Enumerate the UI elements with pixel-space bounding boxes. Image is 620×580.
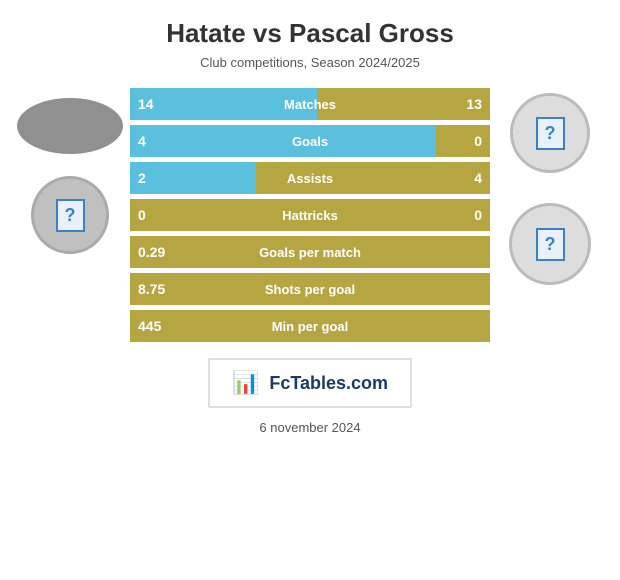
bar-label-1: Goals bbox=[292, 134, 328, 149]
bar-right-val-1: 0 bbox=[474, 133, 482, 149]
bars-section: 14 Matches 13 4 Goals 0 2 Assists 4 bbox=[130, 88, 490, 342]
bar-label-4: Goals per match bbox=[259, 245, 361, 260]
main-content: ? 14 Matches 13 4 Goals 0 bbox=[10, 88, 610, 342]
bar-bg-3: 0 Hattricks 0 bbox=[130, 199, 490, 231]
bar-left-val-0: 14 bbox=[138, 96, 154, 112]
bar-label-3: Hattricks bbox=[282, 208, 338, 223]
right-avatar-bottom-icon: ? bbox=[536, 228, 565, 261]
left-avatar-oval bbox=[17, 98, 123, 154]
page-subtitle: Club competitions, Season 2024/2025 bbox=[200, 55, 420, 70]
bar-right-val-0: 13 bbox=[466, 96, 482, 112]
stat-row-6: 445 Min per goal bbox=[130, 310, 490, 342]
watermark: 📊 FcTables.com bbox=[208, 358, 412, 408]
right-avatar-top: ? bbox=[510, 93, 590, 173]
bar-fill-left-2 bbox=[130, 162, 256, 194]
watermark-text: FcTables.com bbox=[269, 373, 388, 394]
date-label: 6 november 2024 bbox=[259, 420, 360, 435]
bar-bg-5: 8.75 Shots per goal bbox=[130, 273, 490, 305]
bar-bg-2: 2 Assists 4 bbox=[130, 162, 490, 194]
bar-left-val-3: 0 bbox=[138, 207, 146, 223]
bar-bg-4: 0.29 Goals per match bbox=[130, 236, 490, 268]
bar-right-val-3: 0 bbox=[474, 207, 482, 223]
bar-left-val-1: 4 bbox=[138, 133, 146, 149]
page-title: Hatate vs Pascal Gross bbox=[166, 18, 454, 49]
stat-row-0: 14 Matches 13 bbox=[130, 88, 490, 120]
stat-row-1: 4 Goals 0 bbox=[130, 125, 490, 157]
bar-label-5: Shots per goal bbox=[265, 282, 355, 297]
bar-label-0: Matches bbox=[284, 97, 336, 112]
right-avatars: ? ? bbox=[490, 88, 610, 285]
bar-left-val-4: 0.29 bbox=[138, 244, 165, 260]
left-avatar-circle: ? bbox=[31, 176, 109, 254]
bar-bg-0: 14 Matches 13 bbox=[130, 88, 490, 120]
stat-row-3: 0 Hattricks 0 bbox=[130, 199, 490, 231]
bar-left-val-5: 8.75 bbox=[138, 281, 165, 297]
bar-right-val-2: 4 bbox=[474, 170, 482, 186]
right-avatar-top-icon: ? bbox=[536, 117, 565, 150]
left-avatars: ? bbox=[10, 88, 130, 254]
bar-label-6: Min per goal bbox=[272, 319, 349, 334]
stat-row-5: 8.75 Shots per goal bbox=[130, 273, 490, 305]
stat-row-4: 0.29 Goals per match bbox=[130, 236, 490, 268]
bar-fill-left-1 bbox=[130, 125, 436, 157]
page-container: Hatate vs Pascal Gross Club competitions… bbox=[0, 0, 620, 580]
bar-left-val-6: 445 bbox=[138, 318, 161, 334]
right-avatar-bottom: ? bbox=[509, 203, 591, 285]
watermark-icon: 📊 bbox=[232, 370, 259, 396]
bar-left-val-2: 2 bbox=[138, 170, 146, 186]
bar-bg-1: 4 Goals 0 bbox=[130, 125, 490, 157]
left-avatar-icon: ? bbox=[56, 199, 85, 232]
stat-row-2: 2 Assists 4 bbox=[130, 162, 490, 194]
bar-label-2: Assists bbox=[287, 171, 333, 186]
bar-bg-6: 445 Min per goal bbox=[130, 310, 490, 342]
